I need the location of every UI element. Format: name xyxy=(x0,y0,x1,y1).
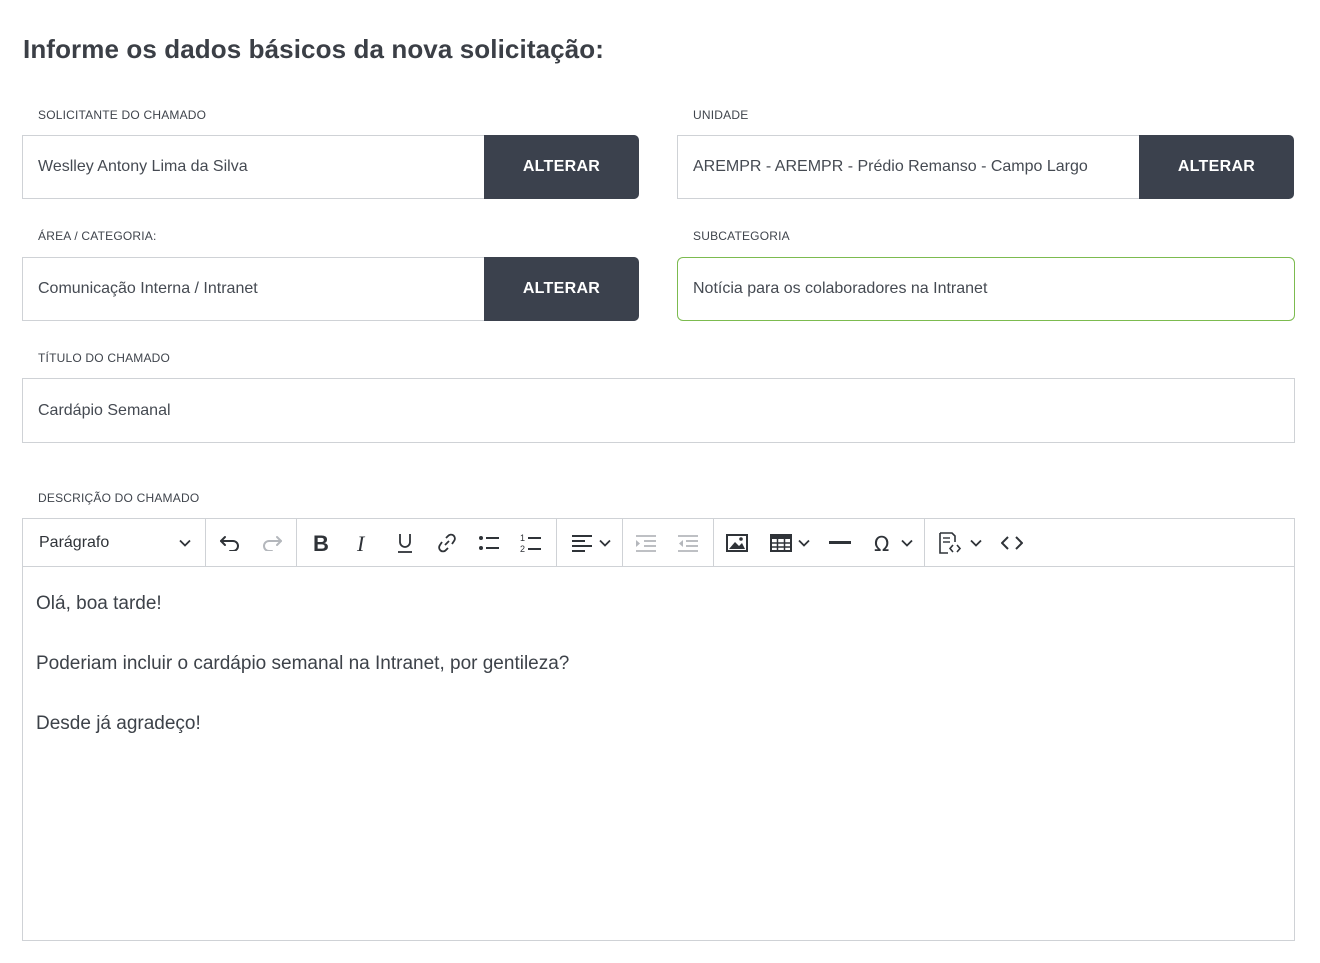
svg-text:2: 2 xyxy=(520,544,525,553)
special-characters-dropdown[interactable]: Ω xyxy=(868,519,918,566)
svg-text:B: B xyxy=(313,533,329,553)
description-label: DESCRIÇÃO DO CHAMADO xyxy=(38,491,200,505)
html-embed-icon xyxy=(1001,535,1023,550)
category-label: ÁREA / CATEGORIA: xyxy=(38,229,157,243)
svg-text:1: 1 xyxy=(520,533,525,543)
undo-button[interactable] xyxy=(217,519,243,566)
underline-icon xyxy=(398,533,412,553)
bulleted-list-button[interactable] xyxy=(477,519,501,566)
bulleted-list-icon xyxy=(479,535,499,550)
italic-icon: I xyxy=(356,533,366,553)
svg-text:I: I xyxy=(356,533,366,553)
editor-content[interactable]: Olá, boa tarde! Poderiam incluir o cardá… xyxy=(36,589,569,769)
special-characters-icon: Ω xyxy=(874,533,889,553)
editor-toolbar: Parágrafo B I 12 Ω xyxy=(23,519,1294,567)
image-icon xyxy=(726,533,748,552)
numbered-list-button[interactable]: 12 xyxy=(519,519,543,566)
undo-icon xyxy=(220,535,239,551)
change-requester-button[interactable]: ALTERAR xyxy=(484,135,639,199)
redo-icon xyxy=(263,535,282,551)
link-button[interactable] xyxy=(435,519,459,566)
ticket-title-label: TÍTULO DO CHAMADO xyxy=(38,351,171,365)
indent-button[interactable] xyxy=(676,519,700,566)
source-code-icon xyxy=(939,531,962,554)
bold-button[interactable]: B xyxy=(309,519,333,566)
change-unit-button[interactable]: ALTERAR xyxy=(1139,135,1294,199)
chevron-down-icon xyxy=(179,539,191,547)
subcategory-field[interactable]: Notícia para os colaboradores na Intrane… xyxy=(677,257,1295,321)
insert-table-dropdown[interactable] xyxy=(765,519,815,566)
ticket-title-input[interactable]: Cardápio Semanal xyxy=(22,378,1295,443)
category-field[interactable]: Comunicação Interna / Intranet xyxy=(22,257,486,321)
unit-label: UNIDADE xyxy=(693,108,749,122)
underline-button[interactable] xyxy=(393,519,417,566)
redo-button[interactable] xyxy=(259,519,285,566)
chevron-down-icon xyxy=(798,539,810,547)
chevron-down-icon xyxy=(970,539,982,547)
italic-button[interactable]: I xyxy=(351,519,375,566)
paragraph-style-dropdown[interactable]: Parágrafo xyxy=(23,519,205,566)
requester-label: SOLICITANTE DO CHAMADO xyxy=(38,108,207,122)
outdent-button[interactable] xyxy=(634,519,658,566)
page-title: Informe os dados básicos da nova solicit… xyxy=(23,34,604,64)
html-embed-button[interactable] xyxy=(999,519,1025,566)
link-icon xyxy=(438,533,456,552)
bold-icon: B xyxy=(313,533,329,553)
indent-icon xyxy=(678,534,698,552)
unit-field[interactable]: AREMPR - AREMPR - Prédio Remanso - Campo… xyxy=(677,135,1141,199)
description-editor: Parágrafo B I 12 Ω Olá, boa tarde! Poder… xyxy=(22,518,1295,941)
chevron-down-icon xyxy=(900,539,913,547)
outdent-icon xyxy=(636,534,656,552)
chevron-down-icon xyxy=(599,539,611,547)
svg-text:Ω: Ω xyxy=(874,533,889,553)
table-icon xyxy=(770,533,792,552)
source-editing-dropdown[interactable] xyxy=(933,519,987,566)
content-paragraph: Poderiam incluir o cardápio semanal na I… xyxy=(36,653,570,674)
horizontal-line-button[interactable] xyxy=(827,519,853,566)
content-paragraph: Desde já agradeço! xyxy=(36,713,201,734)
insert-image-button[interactable] xyxy=(725,519,749,566)
subcategory-label: SUBCATEGORIA xyxy=(693,229,790,243)
numbered-list-icon: 12 xyxy=(520,533,541,553)
alignment-dropdown[interactable] xyxy=(565,519,617,566)
paragraph-style-label: Parágrafo xyxy=(39,533,110,551)
content-paragraph: Olá, boa tarde! xyxy=(36,593,162,614)
change-category-button[interactable]: ALTERAR xyxy=(484,257,639,321)
align-icon xyxy=(572,534,592,552)
horizontal-line-icon xyxy=(829,540,851,544)
requester-field[interactable]: Weslley Antony Lima da Silva xyxy=(22,135,486,199)
